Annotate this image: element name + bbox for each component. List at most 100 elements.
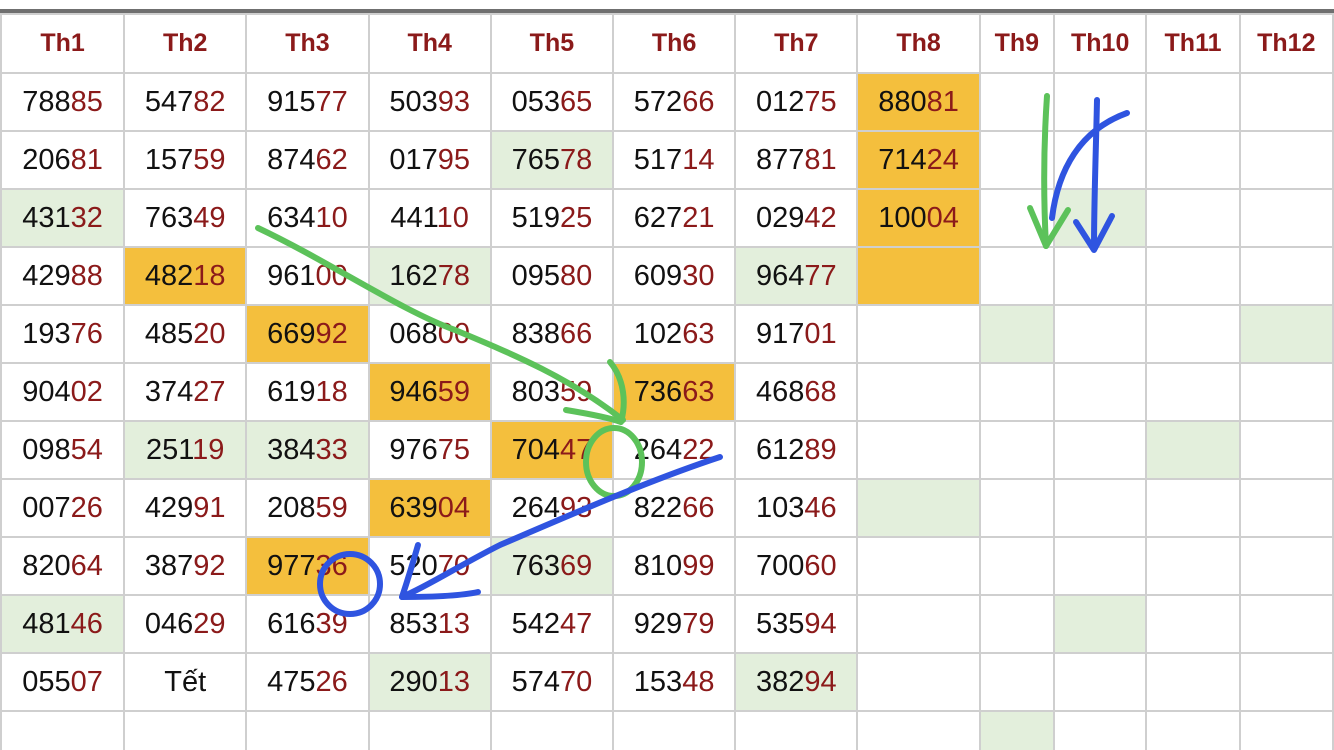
table-cell[interactable] [1145, 362, 1241, 422]
table-cell[interactable]: 81099 [612, 536, 737, 596]
table-cell[interactable]: 52070 [367, 536, 492, 596]
table-cell[interactable]: 50393 [367, 72, 492, 132]
table-cell[interactable] [1238, 362, 1334, 422]
table-cell[interactable] [1145, 652, 1241, 712]
table-cell[interactable] [978, 594, 1055, 654]
table-cell[interactable]: 57266 [612, 72, 737, 132]
table-cell[interactable]: 62721 [612, 188, 737, 248]
table-cell[interactable] [1052, 594, 1148, 654]
table-cell[interactable]: 96100 [245, 246, 370, 306]
table-cell[interactable] [489, 710, 615, 750]
table-cell[interactable] [978, 478, 1055, 538]
table-cell[interactable]: 10004 [856, 188, 981, 248]
table-cell[interactable] [1238, 594, 1334, 654]
table-cell[interactable] [978, 130, 1055, 190]
table-cell[interactable] [367, 710, 492, 750]
table-cell[interactable] [1238, 652, 1334, 712]
table-cell[interactable] [1145, 72, 1241, 132]
table-cell[interactable] [1052, 72, 1148, 132]
table-cell[interactable]: 91577 [245, 72, 370, 132]
table-cell[interactable] [978, 304, 1055, 364]
results-grid[interactable]: Th1 Th2 Th3 Th4 Th5 Th6 Th7 Th8 Th9 Th10 Th11 Th12 … [0, 13, 1334, 750]
table-cell[interactable] [1052, 710, 1148, 750]
table-cell[interactable]: 26422 [612, 420, 737, 480]
table-cell[interactable] [1145, 246, 1241, 306]
table-cell[interactable] [1238, 710, 1334, 750]
table-cell[interactable] [1238, 536, 1334, 596]
table-cell[interactable]: 61289 [734, 420, 859, 480]
table-cell[interactable]: 26493 [489, 478, 615, 538]
table-cell[interactable]: 76369 [489, 536, 615, 596]
table-cell[interactable]: 06800 [367, 304, 492, 364]
table-cell[interactable] [856, 594, 981, 654]
table-cell[interactable] [1238, 246, 1334, 306]
table-cell[interactable]: 54782 [123, 72, 248, 132]
table-cell[interactable] [612, 710, 737, 750]
table-cell[interactable]: 42988 [0, 246, 126, 306]
table-cell[interactable] [978, 652, 1055, 712]
table-cell[interactable]: 87781 [734, 130, 859, 190]
table-cell[interactable] [1145, 420, 1241, 480]
table-cell[interactable]: 48218 [123, 246, 248, 306]
table-cell[interactable]: 01795 [367, 130, 492, 190]
table-cell[interactable] [856, 652, 981, 712]
table-cell[interactable]: 90402 [0, 362, 126, 422]
table-cell[interactable]: 25119 [123, 420, 248, 480]
table-cell[interactable]: 10346 [734, 478, 859, 538]
table-cell[interactable] [1052, 420, 1148, 480]
table-cell[interactable]: 48146 [0, 594, 126, 654]
table-cell[interactable]: 51925 [489, 188, 615, 248]
table-cell[interactable] [1052, 536, 1148, 596]
table-cell[interactable] [978, 420, 1055, 480]
table-cell[interactable]: 15759 [123, 130, 248, 190]
table-cell[interactable]: 60930 [612, 246, 737, 306]
table-cell[interactable]: 38433 [245, 420, 370, 480]
table-cell[interactable]: 47526 [245, 652, 370, 712]
table-cell[interactable]: 15348 [612, 652, 737, 712]
table-cell[interactable] [856, 536, 981, 596]
table-cell[interactable]: 66992 [245, 304, 370, 364]
table-cell[interactable]: 04629 [123, 594, 248, 654]
table-cell[interactable] [245, 710, 370, 750]
table-cell[interactable]: 61639 [245, 594, 370, 654]
table-cell[interactable] [856, 478, 981, 538]
table-cell[interactable] [1052, 130, 1148, 190]
table-cell[interactable]: 38792 [123, 536, 248, 596]
table-cell[interactable] [856, 304, 981, 364]
table-cell[interactable] [1238, 420, 1334, 480]
table-cell[interactable] [1052, 188, 1148, 248]
table-cell[interactable] [978, 246, 1055, 306]
table-cell[interactable]: 46868 [734, 362, 859, 422]
table-cell[interactable]: 82064 [0, 536, 126, 596]
table-cell[interactable]: 82266 [612, 478, 737, 538]
table-cell[interactable] [856, 420, 981, 480]
table-cell[interactable] [1052, 362, 1148, 422]
table-cell[interactable]: 88081 [856, 72, 981, 132]
table-cell[interactable] [1145, 304, 1241, 364]
table-cell[interactable] [856, 246, 981, 306]
table-cell[interactable] [1052, 478, 1148, 538]
table-cell[interactable]: 02942 [734, 188, 859, 248]
table-cell[interactable] [734, 710, 859, 750]
table-cell[interactable] [1238, 304, 1334, 364]
table-cell[interactable] [1145, 710, 1241, 750]
table-cell[interactable]: 29013 [367, 652, 492, 712]
table-cell[interactable] [1145, 130, 1241, 190]
table-cell[interactable] [1052, 304, 1148, 364]
table-cell[interactable]: 87462 [245, 130, 370, 190]
table-cell[interactable]: 00726 [0, 478, 126, 538]
table-cell[interactable]: 20681 [0, 130, 126, 190]
table-cell[interactable]: 48520 [123, 304, 248, 364]
table-cell[interactable] [1238, 478, 1334, 538]
table-cell[interactable]: 96477 [734, 246, 859, 306]
table-cell[interactable]: 78885 [0, 72, 126, 132]
table-cell[interactable]: 37427 [123, 362, 248, 422]
table-cell[interactable] [1145, 188, 1241, 248]
table-cell[interactable] [856, 362, 981, 422]
table-cell[interactable] [1145, 594, 1241, 654]
table-cell[interactable]: 71424 [856, 130, 981, 190]
table-cell[interactable]: 73663 [612, 362, 737, 422]
table-cell[interactable]: 76578 [489, 130, 615, 190]
table-cell[interactable]: 57470 [489, 652, 615, 712]
table-cell[interactable]: 97675 [367, 420, 492, 480]
